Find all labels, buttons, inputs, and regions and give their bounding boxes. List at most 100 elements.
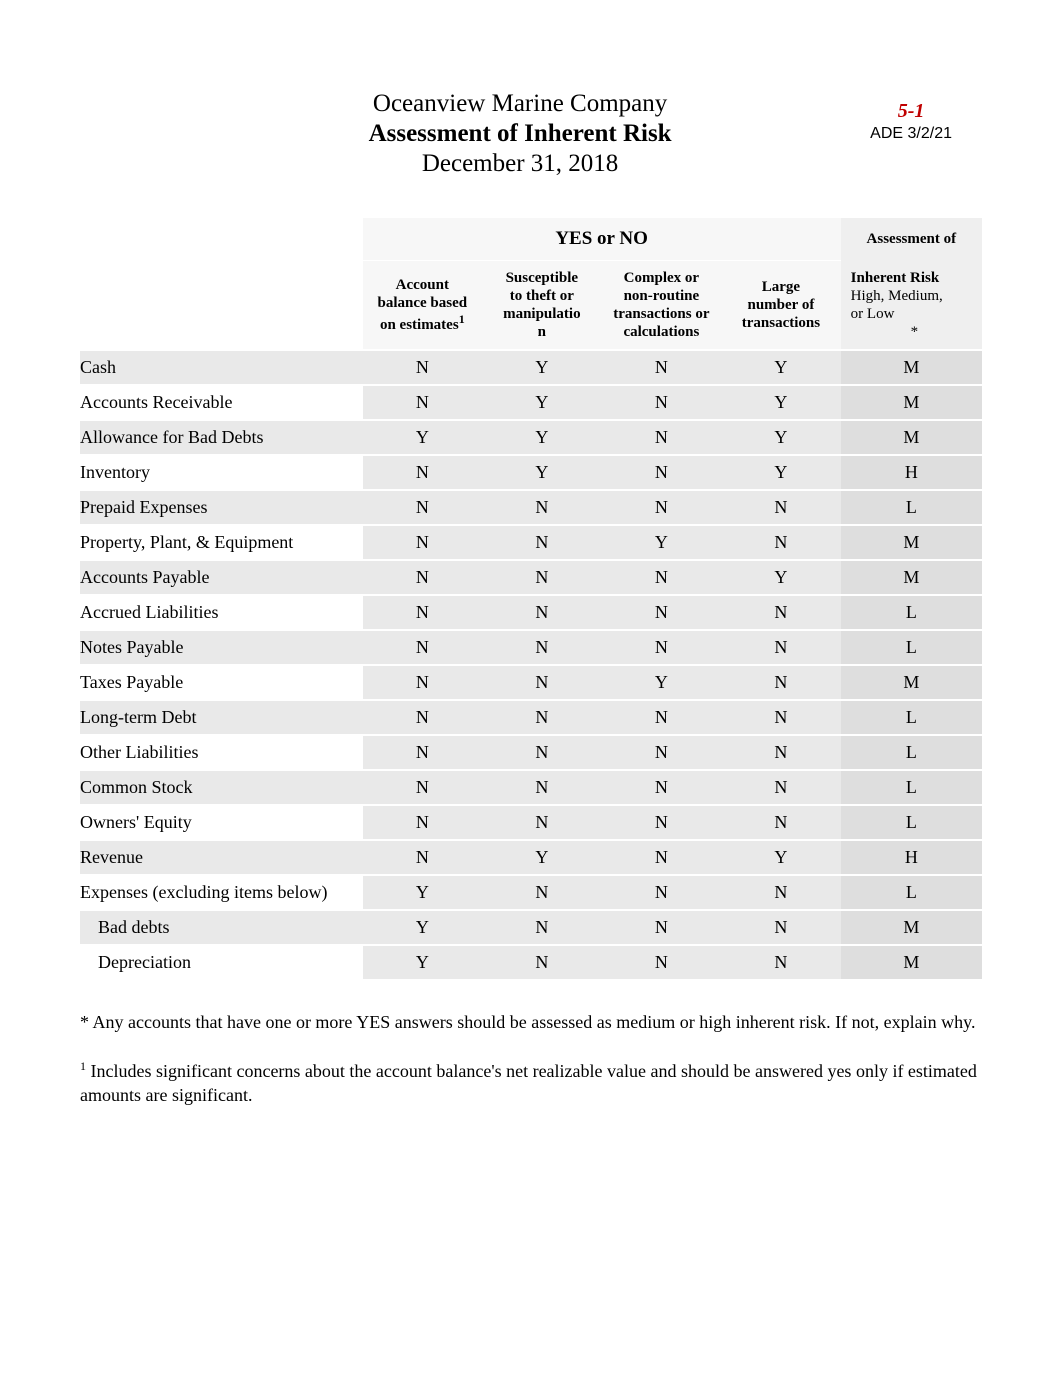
row-label: Revenue — [80, 840, 363, 875]
table-row: Long-term DebtNNNNL — [80, 700, 982, 735]
cell-c3: N — [602, 490, 722, 525]
col-header-susceptible: Susceptible to theft or manipulatio n — [482, 261, 602, 351]
cell-risk: M — [841, 350, 982, 385]
cell-c1: N — [363, 385, 483, 420]
cell-c2: Y — [482, 840, 602, 875]
col-header-inherent-risk: Inherent Risk High, Medium, or Low * — [841, 261, 982, 351]
col2-line4: n — [538, 324, 546, 340]
row-label: Accounts Receivable — [80, 385, 363, 420]
row-label: Expenses (excluding items below) — [80, 875, 363, 910]
company-name: Oceanview Marine Company — [200, 90, 840, 118]
cell-c4: N — [721, 595, 841, 630]
col5-line1: Inherent Risk — [851, 270, 940, 286]
col1-line2: balance based — [378, 295, 468, 311]
cell-c4: Y — [721, 385, 841, 420]
cell-c1: Y — [363, 945, 483, 980]
cell-risk: M — [841, 525, 982, 560]
cell-c3: N — [602, 770, 722, 805]
cell-c3: N — [602, 700, 722, 735]
cell-c2: N — [482, 490, 602, 525]
col4-line3: transactions — [742, 315, 820, 331]
row-label: Accrued Liabilities — [80, 595, 363, 630]
cell-c2: Y — [482, 350, 602, 385]
cell-c2: N — [482, 945, 602, 980]
cell-c4: N — [721, 630, 841, 665]
cell-c3: N — [602, 385, 722, 420]
table-row: DepreciationYNNNM — [80, 945, 982, 980]
cell-c1: Y — [363, 420, 483, 455]
cell-c3: N — [602, 805, 722, 840]
cell-c1: N — [363, 630, 483, 665]
cell-c3: N — [602, 945, 722, 980]
assessment-group-header: Assessment of — [841, 218, 982, 261]
col-header-account-estimates: Account balance based on estimates1 — [363, 261, 483, 351]
yesno-group-header: YES or NO — [363, 218, 841, 261]
empty-subheader — [80, 261, 363, 351]
table-row: Accounts ReceivableNYNYM — [80, 385, 982, 420]
table-row: InventoryNYNYH — [80, 455, 982, 490]
document-header: Oceanview Marine Company Assessment of I… — [80, 90, 982, 178]
cell-c2: Y — [482, 385, 602, 420]
cell-risk: M — [841, 945, 982, 980]
col3-line2: non-routine — [624, 288, 700, 304]
col5-line2: High, Medium, — [851, 288, 943, 304]
footnote-1: 1 Includes significant concerns about th… — [80, 1059, 982, 1107]
col2-line1: Susceptible — [506, 270, 579, 286]
cell-c1: N — [363, 840, 483, 875]
cell-risk: L — [841, 490, 982, 525]
cell-c4: Y — [721, 455, 841, 490]
cell-c1: N — [363, 700, 483, 735]
row-label: Other Liabilities — [80, 735, 363, 770]
col3-line3: transactions or — [613, 306, 709, 322]
cell-c3: N — [602, 455, 722, 490]
cell-c2: N — [482, 700, 602, 735]
col2-line2: to theft or — [510, 288, 574, 304]
cell-c3: N — [602, 595, 722, 630]
cell-c4: Y — [721, 840, 841, 875]
table-row: Expenses (excluding items below)YNNNL — [80, 875, 982, 910]
col4-line1: Large — [762, 279, 800, 295]
cell-c2: N — [482, 735, 602, 770]
col3-line4: calculations — [623, 324, 699, 340]
cell-c1: N — [363, 525, 483, 560]
col5-line4: * — [851, 323, 978, 341]
cell-c4: N — [721, 525, 841, 560]
table-row: Other LiabilitiesNNNNL — [80, 735, 982, 770]
cell-risk: H — [841, 840, 982, 875]
table-body: CashNYNYMAccounts ReceivableNYNYMAllowan… — [80, 350, 982, 980]
cell-c4: N — [721, 735, 841, 770]
col1-line3: on estimates — [380, 317, 459, 333]
cell-risk: M — [841, 665, 982, 700]
cell-c2: N — [482, 630, 602, 665]
cell-c4: N — [721, 665, 841, 700]
cell-c2: Y — [482, 455, 602, 490]
cell-risk: M — [841, 385, 982, 420]
table-row: Bad debtsYNNNM — [80, 910, 982, 945]
cell-c2: N — [482, 525, 602, 560]
table-row: Accrued LiabilitiesNNNNL — [80, 595, 982, 630]
cell-c3: N — [602, 630, 722, 665]
table-row: Notes PayableNNNNL — [80, 630, 982, 665]
reference-number: 5-1 — [870, 100, 952, 123]
title-block: Oceanview Marine Company Assessment of I… — [80, 90, 840, 178]
cell-c2: N — [482, 665, 602, 700]
cell-c2: N — [482, 875, 602, 910]
cell-risk: L — [841, 700, 982, 735]
cell-c4: N — [721, 945, 841, 980]
cell-c3: N — [602, 840, 722, 875]
table-row: Allowance for Bad DebtsYYNYM — [80, 420, 982, 455]
cell-c1: N — [363, 805, 483, 840]
cell-risk: M — [841, 560, 982, 595]
cell-c3: N — [602, 910, 722, 945]
cell-risk: M — [841, 910, 982, 945]
table-row: RevenueNYNYH — [80, 840, 982, 875]
reference-date: ADE 3/2/21 — [870, 125, 952, 143]
cell-risk: M — [841, 420, 982, 455]
cell-c1: N — [363, 665, 483, 700]
footnote-asterisk: * Any accounts that have one or more YES… — [80, 1011, 982, 1034]
table-row: Accounts PayableNNNYM — [80, 560, 982, 595]
cell-c4: Y — [721, 560, 841, 595]
col2-line3: manipulatio — [503, 306, 581, 322]
cell-c3: N — [602, 735, 722, 770]
row-label: Notes Payable — [80, 630, 363, 665]
